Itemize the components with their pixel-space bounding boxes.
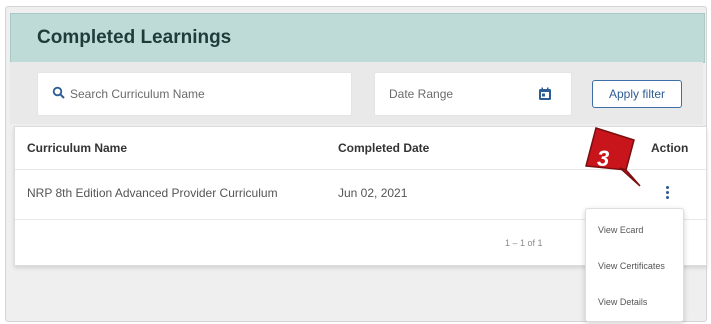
curriculum-name-cell: NRP 8th Edition Advanced Provider Curric… (27, 186, 278, 200)
more-vertical-icon[interactable] (661, 185, 673, 201)
search-input[interactable]: Search Curriculum Name (37, 72, 352, 116)
search-icon (52, 86, 65, 99)
menu-item-view-ecard[interactable]: View Ecard (598, 225, 643, 235)
action-menu: View Ecard View Certificates View Detail… (585, 208, 684, 322)
completed-date-cell: Jun 02, 2021 (338, 186, 408, 200)
date-range-placeholder: Date Range (389, 87, 454, 101)
column-header-completed-date[interactable]: Completed Date (338, 141, 429, 155)
menu-item-view-certificates[interactable]: View Certificates (598, 261, 665, 271)
pagination-range: 1 – 1 of 1 (505, 238, 543, 248)
calendar-icon[interactable] (538, 87, 552, 101)
date-range-field[interactable]: Date Range (374, 72, 572, 116)
step-callout-number: 3 (597, 146, 610, 171)
column-header-curriculum-name[interactable]: Curriculum Name (27, 141, 127, 155)
section-header: Completed Learnings (10, 13, 705, 63)
column-header-action: Action (651, 141, 689, 155)
menu-item-view-details[interactable]: View Details (598, 297, 647, 307)
search-placeholder: Search Curriculum Name (70, 87, 205, 101)
page-title: Completed Learnings (37, 27, 232, 48)
apply-filter-button[interactable]: Apply filter (592, 80, 682, 108)
